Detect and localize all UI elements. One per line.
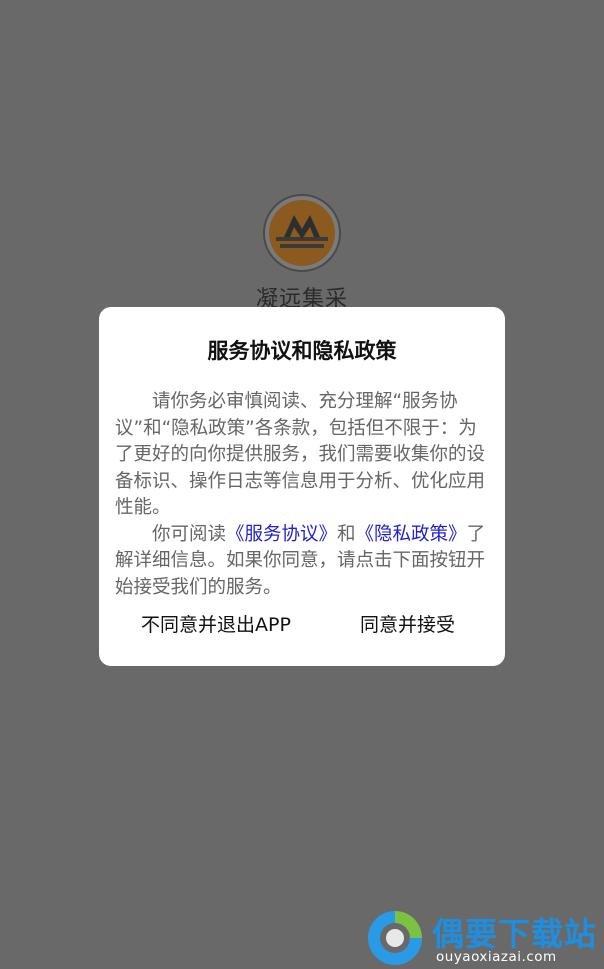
disagree-exit-button[interactable]: 不同意并退出APP: [141, 610, 291, 637]
agree-button[interactable]: 同意并接受: [360, 610, 455, 637]
splash-screen: 凝远集采 服务协议和隐私政策 请你务必审慎阅读、充分理解“服务协议”和“隐私政策…: [0, 0, 604, 969]
service-agreement-link[interactable]: 《服务协议》: [226, 524, 337, 545]
watermark: 偶要下载站 ouyaoxiazai.com: [362, 905, 604, 969]
links-prefix: 你可阅读: [152, 523, 227, 545]
company-logo-icon: [263, 194, 341, 272]
and-text: 和: [337, 523, 356, 545]
watermark-url: ouyaoxiazai.com: [436, 949, 557, 965]
app-branding: 凝远集采: [0, 193, 604, 313]
links-paragraph: 你可阅读《服务协议》和《隐私政策》了解详细信息。如果你同意，请点击下面按钮开始接…: [115, 522, 491, 602]
agreement-paragraph: 请你务必审慎阅读、充分理解“服务协议”和“隐私政策”各条款，包括但不限于：为了更…: [115, 391, 486, 518]
watermark-logo-icon: [368, 911, 422, 965]
privacy-policy-link[interactable]: 《隐私政策》: [356, 524, 467, 545]
privacy-dialog: 服务协议和隐私政策 请你务必审慎阅读、充分理解“服务协议”和“隐私政策”各条款，…: [99, 307, 505, 666]
dialog-title: 服务协议和隐私政策: [207, 339, 397, 363]
dialog-body: 请你务必审慎阅读、充分理解“服务协议”和“隐私政策”各条款，包括但不限于：为了更…: [115, 389, 491, 601]
